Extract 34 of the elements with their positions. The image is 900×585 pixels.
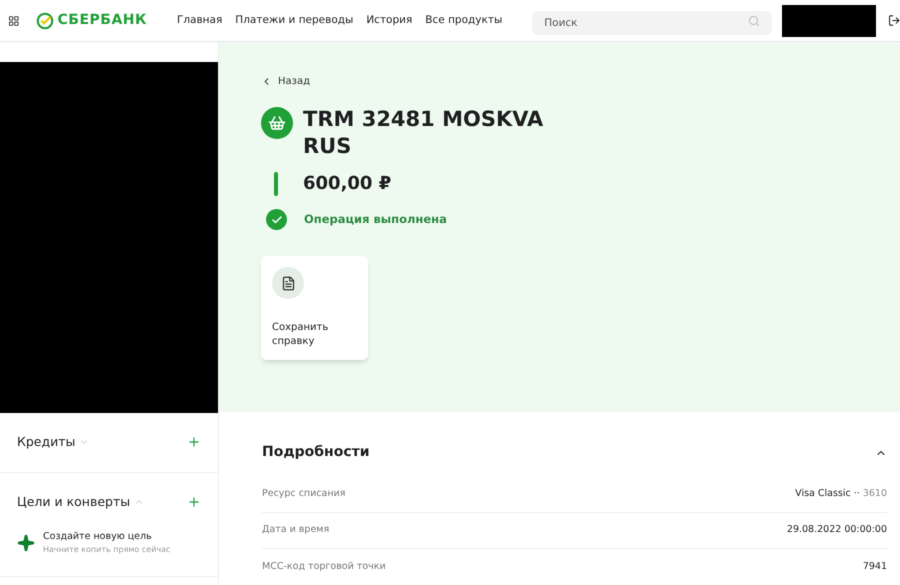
detail-label: Ресурс списания [262,487,346,502]
status-text: Операция выполнена [304,210,447,228]
section-title[interactable]: Кредиты [17,433,76,452]
add-icon[interactable] [187,495,201,510]
logo-icon [36,12,54,30]
save-receipt-button[interactable]: Сохранить справку [261,256,368,360]
document-icon [280,276,296,290]
detail-label: MCC-код торговой точки [262,560,386,574]
logout-icon[interactable] [888,14,900,27]
search-icon[interactable] [748,14,760,26]
details-title: Подробности [262,443,370,462]
sparkle-icon [17,534,35,552]
detail-value: 7941 [862,560,887,574]
detail-label: Дата и время [262,523,330,538]
nav-link[interactable]: Платежи и переводы [235,12,354,28]
back-link[interactable]: Назад [261,74,900,89]
merchant-title: TRM 32481 MOSKVA RUS [303,106,544,160]
nav-link[interactable]: История [366,12,412,28]
check-icon [266,209,287,230]
section-title[interactable]: Цели и конверты [17,492,130,512]
nav-link[interactable]: Все продукты [425,12,502,28]
basket-icon [261,107,293,139]
add-icon[interactable] [187,435,201,450]
search-field[interactable]: Поиск [532,10,772,34]
goal-title[interactable]: Создайте новую цель [43,530,170,544]
apps-menu-icon[interactable] [8,14,20,26]
logo-text: СБЕРБАНК [58,11,147,30]
goal-subtitle: Начните копить прямо сейчас [43,544,170,556]
card-number: 3610 [862,487,887,502]
detail-value: 29.08.2022 00:00:00 [786,523,887,538]
amount: 600,00 ₽ [303,172,392,196]
amount-bar [274,172,278,196]
detail-value: Visa Classic ·· [795,487,860,502]
nav-link[interactable]: Главная [176,12,222,28]
